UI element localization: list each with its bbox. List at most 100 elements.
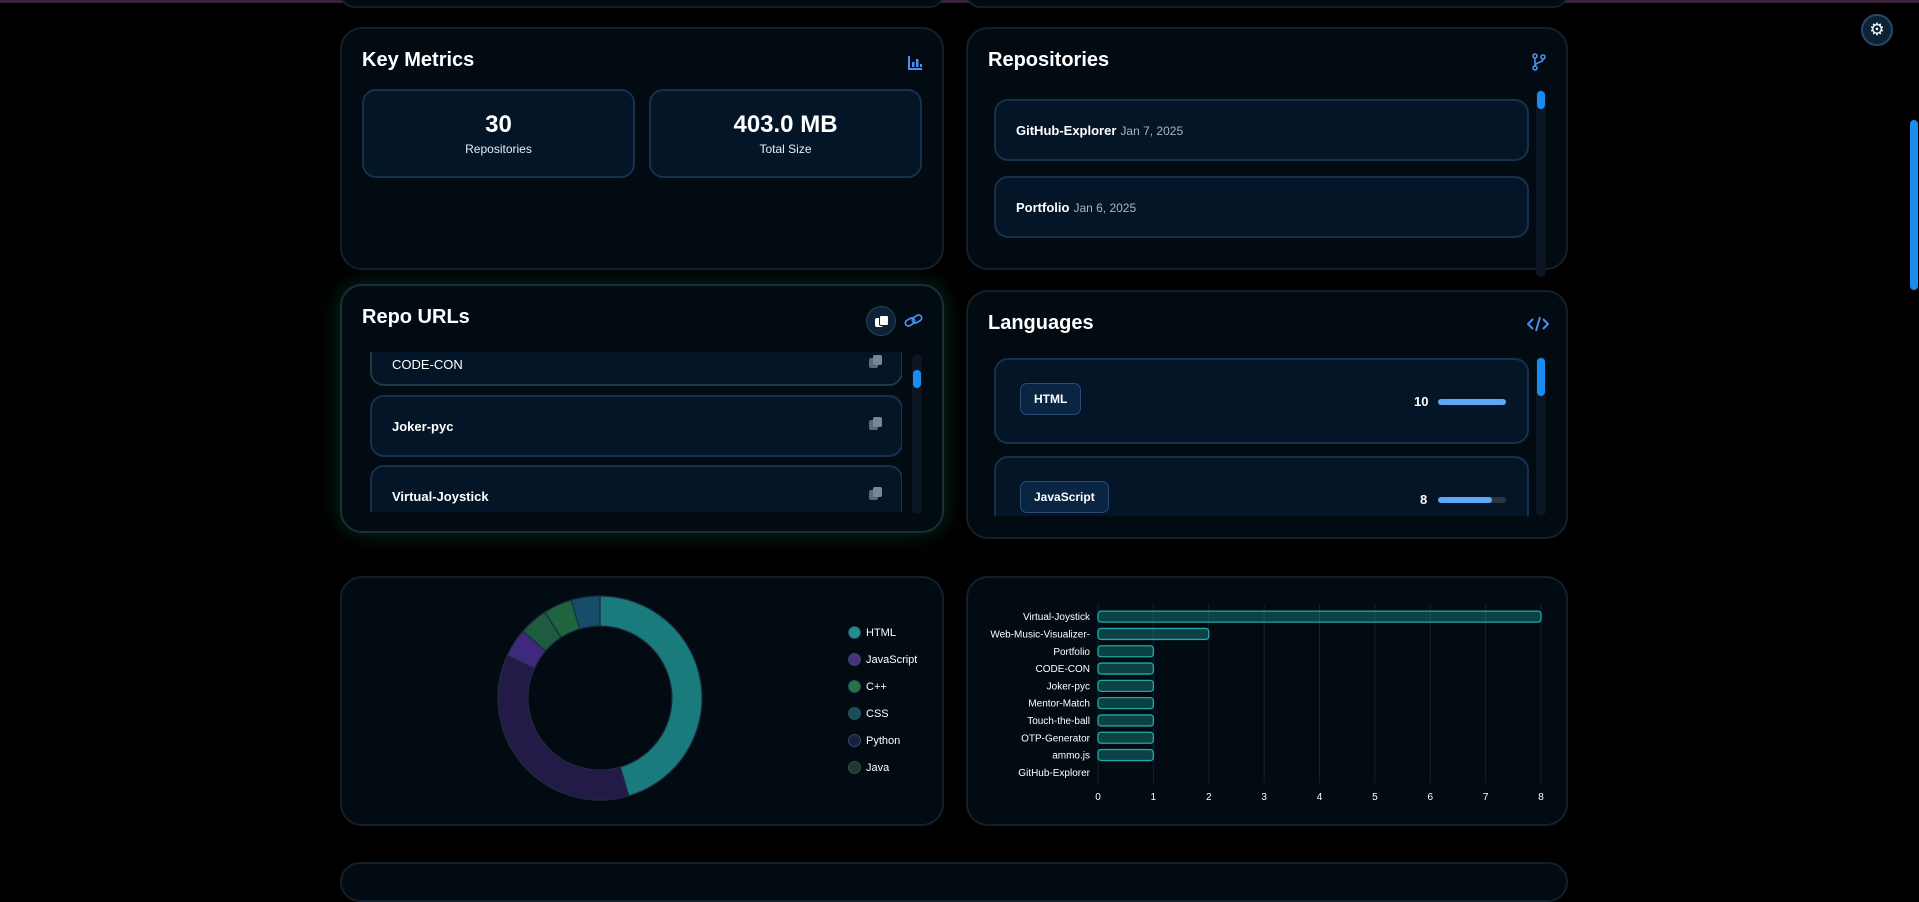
languages-scrollbar[interactable] xyxy=(1536,356,1546,516)
repo-date: Jan 6, 2025 xyxy=(1073,201,1137,215)
bar[interactable] xyxy=(1097,679,1155,692)
bar[interactable] xyxy=(1097,714,1155,727)
languages-panel: Languages HTML 10 JavaScript 8 xyxy=(966,290,1568,539)
bar[interactable] xyxy=(1097,610,1542,623)
repositories-list[interactable]: GitHub-Explorer Jan 7, 2025 Portfolio Jan … xyxy=(994,99,1534,265)
legend-label: Python xyxy=(866,735,901,747)
repositories-label: Repositories xyxy=(465,142,532,156)
bar[interactable] xyxy=(1097,627,1210,641)
repositories-title: Repositories xyxy=(988,49,1110,71)
language-bar-fill xyxy=(1438,399,1506,405)
url-card[interactable]: CODE-CON xyxy=(370,352,902,386)
copy-icon xyxy=(875,315,889,329)
language-bar-fill xyxy=(1438,497,1493,503)
languages-list[interactable]: HTML 10 JavaScript 8 xyxy=(994,358,1534,516)
donut-chart xyxy=(497,595,703,801)
x-tick-label: 1 xyxy=(1151,792,1157,803)
legend-label: HTML xyxy=(866,627,896,639)
repositories-count: 30 xyxy=(485,111,512,138)
total-size-stat: 403.0 MB Total Size xyxy=(649,89,922,178)
repo-date: Jan 7, 2025 xyxy=(1120,124,1184,138)
legend-label: C++ xyxy=(866,681,887,693)
donut-slice[interactable] xyxy=(599,595,703,797)
x-tick-label: 7 xyxy=(1483,792,1489,803)
scrollbar-thumb[interactable] xyxy=(1537,358,1545,396)
y-category-label: Web-Music-Visualizer- xyxy=(990,629,1090,640)
repo-urls-scrollbar[interactable] xyxy=(912,354,922,514)
repositories-scrollbar[interactable] xyxy=(1536,89,1546,277)
x-tick-label: 5 xyxy=(1372,792,1378,803)
y-category-label: OTP-Generator xyxy=(1021,733,1091,744)
url-card[interactable]: Joker-pyc xyxy=(370,395,902,457)
url-card[interactable]: Virtual-Joystick xyxy=(370,465,902,512)
donut-slice[interactable] xyxy=(497,654,630,801)
x-tick-label: 3 xyxy=(1261,792,1267,803)
y-category-label: Mentor-Match xyxy=(1028,699,1090,710)
copy-icon[interactable] xyxy=(869,487,883,501)
scrollbar-thumb[interactable] xyxy=(913,370,921,388)
total-size-value: 403.0 MB xyxy=(733,111,838,138)
copy-icon[interactable] xyxy=(869,417,883,431)
y-category-label: Virtual-Joystick xyxy=(1023,612,1091,623)
previous-panel-edge-right xyxy=(966,0,1568,8)
repositories-stat: 30 Repositories xyxy=(362,89,635,178)
repo-name: Portfolio xyxy=(1016,200,1070,215)
repo-bar-chart-panel: 0 1 2 3 4 5 6 7 8 Virtual-Joystick Web-Music-Visua… xyxy=(966,576,1568,826)
bar-chart: 0 1 2 3 4 5 6 7 8 Virtual-Joystick Web-Music-Visua… xyxy=(990,604,1544,803)
url-name: CODE-CON xyxy=(392,357,463,372)
legend-swatch xyxy=(848,707,861,720)
legend-swatch xyxy=(848,734,861,747)
bar[interactable] xyxy=(1097,697,1155,710)
repo-urls-list[interactable]: CODE-CON Joker-pyc Virtual-Joystick xyxy=(362,352,902,512)
x-tick-label: 0 xyxy=(1095,792,1101,803)
git-branch-icon[interactable] xyxy=(1531,53,1547,75)
legend-swatch xyxy=(848,626,861,639)
y-category-label: CODE-CON xyxy=(1036,664,1090,675)
language-card[interactable]: JavaScript 8 xyxy=(994,456,1529,516)
link-icon[interactable] xyxy=(904,313,924,333)
repo-card[interactable]: GitHub-Explorer Jan 7, 2025 xyxy=(994,99,1529,161)
repo-name: GitHub-Explorer xyxy=(1016,123,1117,138)
gear-icon: ⚙ xyxy=(1869,20,1885,39)
y-category-label: Portfolio xyxy=(1053,647,1090,658)
x-tick-label: 8 xyxy=(1538,792,1544,803)
x-tick-label: 6 xyxy=(1427,792,1433,803)
language-card[interactable]: HTML 10 xyxy=(994,358,1529,444)
bar[interactable] xyxy=(1097,645,1155,658)
next-panel-edge xyxy=(340,862,1568,902)
key-metrics-title: Key Metrics xyxy=(362,49,475,71)
language-donut-panel xyxy=(340,576,944,826)
legend-label: Java xyxy=(866,762,890,774)
repositories-panel: Repositories GitHub-Explorer Jan 7, 2025 … xyxy=(966,27,1568,277)
language-tag: JavaScript xyxy=(1020,481,1109,513)
repo-card[interactable]: Portfolio Jan 6, 2025 xyxy=(994,176,1529,238)
bar-chart-icon[interactable] xyxy=(907,54,924,75)
y-category-label: Joker-pyc xyxy=(1047,681,1090,692)
repo-urls-title: Repo URLs xyxy=(362,306,470,328)
repo-urls-panel: Repo URLs CODE-CON Joker-pyc Virtual-Joy… xyxy=(340,284,944,533)
bar[interactable] xyxy=(1097,748,1155,762)
x-tick-label: 2 xyxy=(1206,792,1212,803)
page-scrollbar-thumb[interactable] xyxy=(1910,120,1918,290)
language-tag: HTML xyxy=(1020,383,1082,415)
total-size-label: Total Size xyxy=(759,142,812,156)
y-category-label: GitHub-Explorer xyxy=(1018,768,1090,779)
previous-panel-edge xyxy=(340,0,944,8)
code-icon[interactable] xyxy=(1526,315,1550,337)
legend-swatch xyxy=(848,680,861,693)
scrollbar-thumb[interactable] xyxy=(1537,91,1545,109)
top-divider xyxy=(0,0,1919,3)
theme-toggle-button[interactable]: ⚙ xyxy=(1861,14,1893,46)
legend-swatch xyxy=(848,761,861,774)
bar[interactable] xyxy=(1097,731,1155,744)
url-name: Virtual-Joystick xyxy=(392,489,489,504)
language-bar xyxy=(1438,497,1506,503)
x-tick-label: 4 xyxy=(1317,792,1323,803)
language-count: 10 xyxy=(1414,394,1429,409)
copy-icon[interactable] xyxy=(869,355,883,369)
legend-label: JavaScript xyxy=(866,654,918,666)
copy-all-button[interactable] xyxy=(866,306,896,336)
bar[interactable] xyxy=(1097,662,1155,675)
key-metrics-panel: Key Metrics 30 Repositories 403.0 MB Tot… xyxy=(340,27,944,270)
legend-label: CSS xyxy=(866,708,889,720)
